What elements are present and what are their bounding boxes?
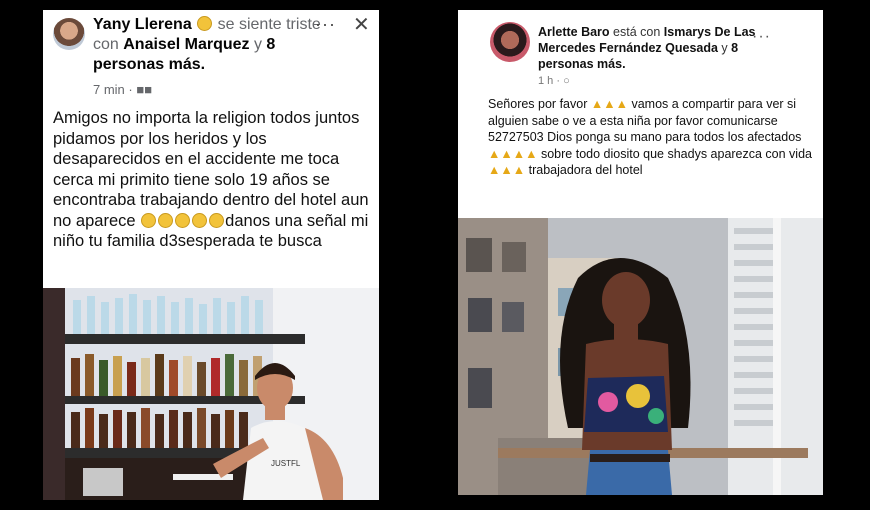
post-photo[interactable]: JUSTFL: [43, 288, 379, 500]
post-time[interactable]: 7 min · ■■: [93, 82, 152, 97]
post-header: Yany Llerena se siente triste con Anaise…: [93, 15, 323, 75]
author-name[interactable]: Yany Llerena: [93, 16, 192, 33]
post-photo[interactable]: [458, 218, 823, 495]
post-text-part: Señores por favor: [488, 97, 588, 111]
bar-photo-illustration: JUSTFL: [43, 288, 379, 500]
time-text: 1 h ·: [538, 75, 561, 87]
more-dots-icon[interactable]: ···: [752, 28, 771, 46]
tagged-name[interactable]: Anaisel Marquez: [123, 36, 249, 53]
more-dots-icon[interactable]: ···: [315, 14, 336, 35]
praying-hands-icon: ▲▲▲▲: [488, 146, 538, 161]
and-text: y: [721, 41, 728, 55]
post-header: Arlette Baro está con Ismarys De Las Mer…: [538, 24, 768, 72]
balcony-photo-illustration: [458, 218, 823, 495]
facebook-post-left: Yany Llerena se siente triste con Anaise…: [43, 10, 379, 500]
post-text-part: sobre todo diosito que shadys aparezca c…: [540, 146, 812, 161]
close-icon[interactable]: ✕: [353, 12, 370, 37]
author-name[interactable]: Arlette Baro: [538, 25, 610, 39]
globe-icon: ○: [563, 75, 570, 87]
post-text-part: trabajadora del hotel: [528, 163, 643, 177]
post-text: Señores por favor ▲▲▲ vamos a compartir …: [488, 96, 813, 179]
joiner-text: está con: [613, 25, 661, 39]
post-time[interactable]: 1 h · ○: [538, 75, 570, 87]
time-text: 7 min ·: [93, 82, 133, 97]
shirt-print: JUSTFL: [271, 459, 301, 468]
praying-hands-icon: ▲▲▲: [488, 163, 526, 177]
author-avatar[interactable]: [490, 22, 530, 62]
facebook-post-right: Arlette Baro está con Ismarys De Las Mer…: [458, 10, 823, 495]
joiner-text: y: [253, 36, 262, 53]
sad-face-icon: [140, 212, 225, 230]
sad-face-icon: [197, 16, 213, 31]
post-text: Amigos no importa la religion todos junt…: [53, 108, 371, 252]
author-avatar[interactable]: [53, 18, 85, 50]
praying-hands-icon: ▲▲▲: [590, 97, 628, 111]
audience-icon: ■■: [136, 82, 153, 97]
